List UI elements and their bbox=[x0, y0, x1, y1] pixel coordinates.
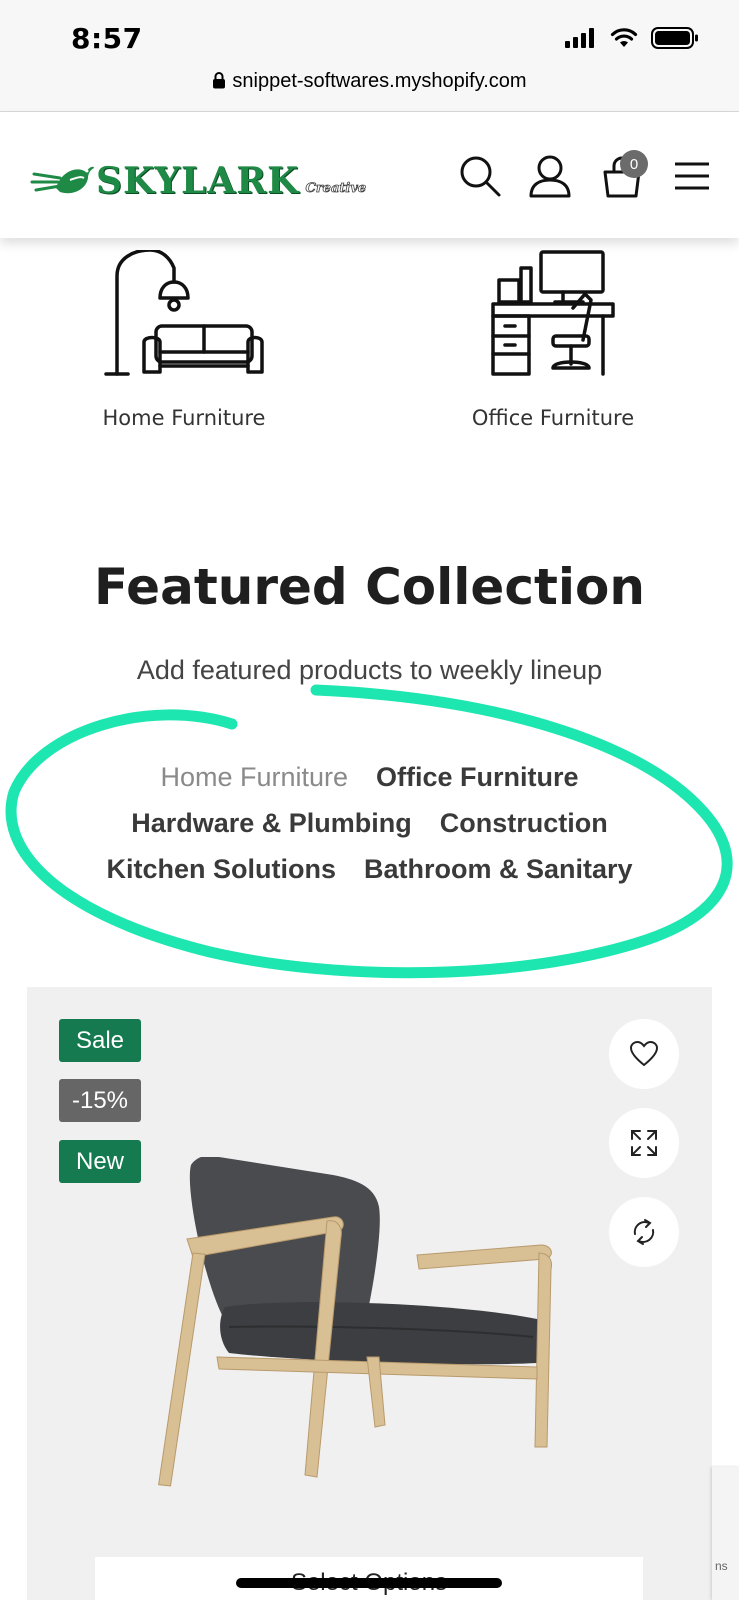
home-indicator bbox=[236, 1578, 502, 1588]
heart-icon bbox=[630, 1041, 658, 1067]
compare-button[interactable] bbox=[609, 1197, 679, 1267]
logo-wordmark: SKYLARK bbox=[96, 160, 300, 202]
product-image bbox=[158, 1157, 552, 1487]
collection-tabs: Home Furniture Office Furniture Hardware… bbox=[0, 762, 739, 900]
tab-office-furniture[interactable]: Office Furniture bbox=[376, 762, 579, 808]
address-bar[interactable]: snippet-softwares.myshopify.com bbox=[0, 70, 739, 93]
menu-icon[interactable] bbox=[672, 154, 716, 198]
bird-logo-icon bbox=[30, 166, 94, 194]
recaptcha-text: ns bbox=[715, 1559, 728, 1573]
category-office-furniture[interactable]: Office Furniture bbox=[413, 250, 693, 430]
tab-home-furniture[interactable]: Home Furniture bbox=[160, 762, 348, 808]
status-time: 8:57 bbox=[71, 22, 143, 55]
site-header: SKYLARK Creative 0 bbox=[0, 112, 739, 238]
cart-count-badge: 0 bbox=[620, 150, 648, 178]
expand-icon bbox=[631, 1130, 657, 1156]
cellular-signal-icon bbox=[565, 28, 597, 48]
category-home-furniture[interactable]: Home Furniture bbox=[44, 250, 324, 430]
product-card[interactable]: Sale -15% New bbox=[27, 987, 712, 1600]
url-text: snippet-softwares.myshopify.com bbox=[232, 70, 527, 92]
compare-icon bbox=[633, 1219, 655, 1245]
wifi-icon bbox=[610, 28, 638, 47]
account-icon[interactable] bbox=[528, 154, 572, 198]
wishlist-button[interactable] bbox=[609, 1019, 679, 1089]
section-subtitle: Add featured products to weekly lineup bbox=[136, 655, 603, 685]
system-icons bbox=[565, 26, 699, 50]
tab-hardware-plumbing[interactable]: Hardware & Plumbing bbox=[131, 808, 412, 854]
category-label: Home Furniture bbox=[102, 406, 266, 430]
lock-icon bbox=[213, 72, 226, 89]
battery-icon bbox=[651, 27, 698, 49]
logo-subtext: Creative bbox=[305, 181, 367, 197]
new-badge: New bbox=[59, 1140, 141, 1183]
logo[interactable]: SKYLARK Creative bbox=[30, 152, 367, 202]
discount-badge: -15% bbox=[59, 1079, 141, 1122]
lamp-sofa-icon bbox=[104, 250, 264, 376]
category-label: Office Furniture bbox=[471, 406, 635, 430]
tab-kitchen-solutions[interactable]: Kitchen Solutions bbox=[106, 854, 336, 900]
office-desk-icon bbox=[491, 250, 615, 376]
tab-construction[interactable]: Construction bbox=[440, 808, 608, 854]
status-bar: 8:57 snippet-softwares.myshopify.com bbox=[0, 0, 739, 112]
recaptcha-badge: ns bbox=[712, 1467, 739, 1600]
cart-icon[interactable]: 0 bbox=[600, 150, 648, 198]
tab-bathroom-sanitary[interactable]: Bathroom & Sanitary bbox=[364, 854, 633, 900]
search-icon[interactable] bbox=[458, 154, 502, 198]
sale-badge: Sale bbox=[59, 1019, 141, 1062]
section-title: Featured Collection bbox=[94, 558, 645, 616]
quick-view-button[interactable] bbox=[609, 1108, 679, 1178]
